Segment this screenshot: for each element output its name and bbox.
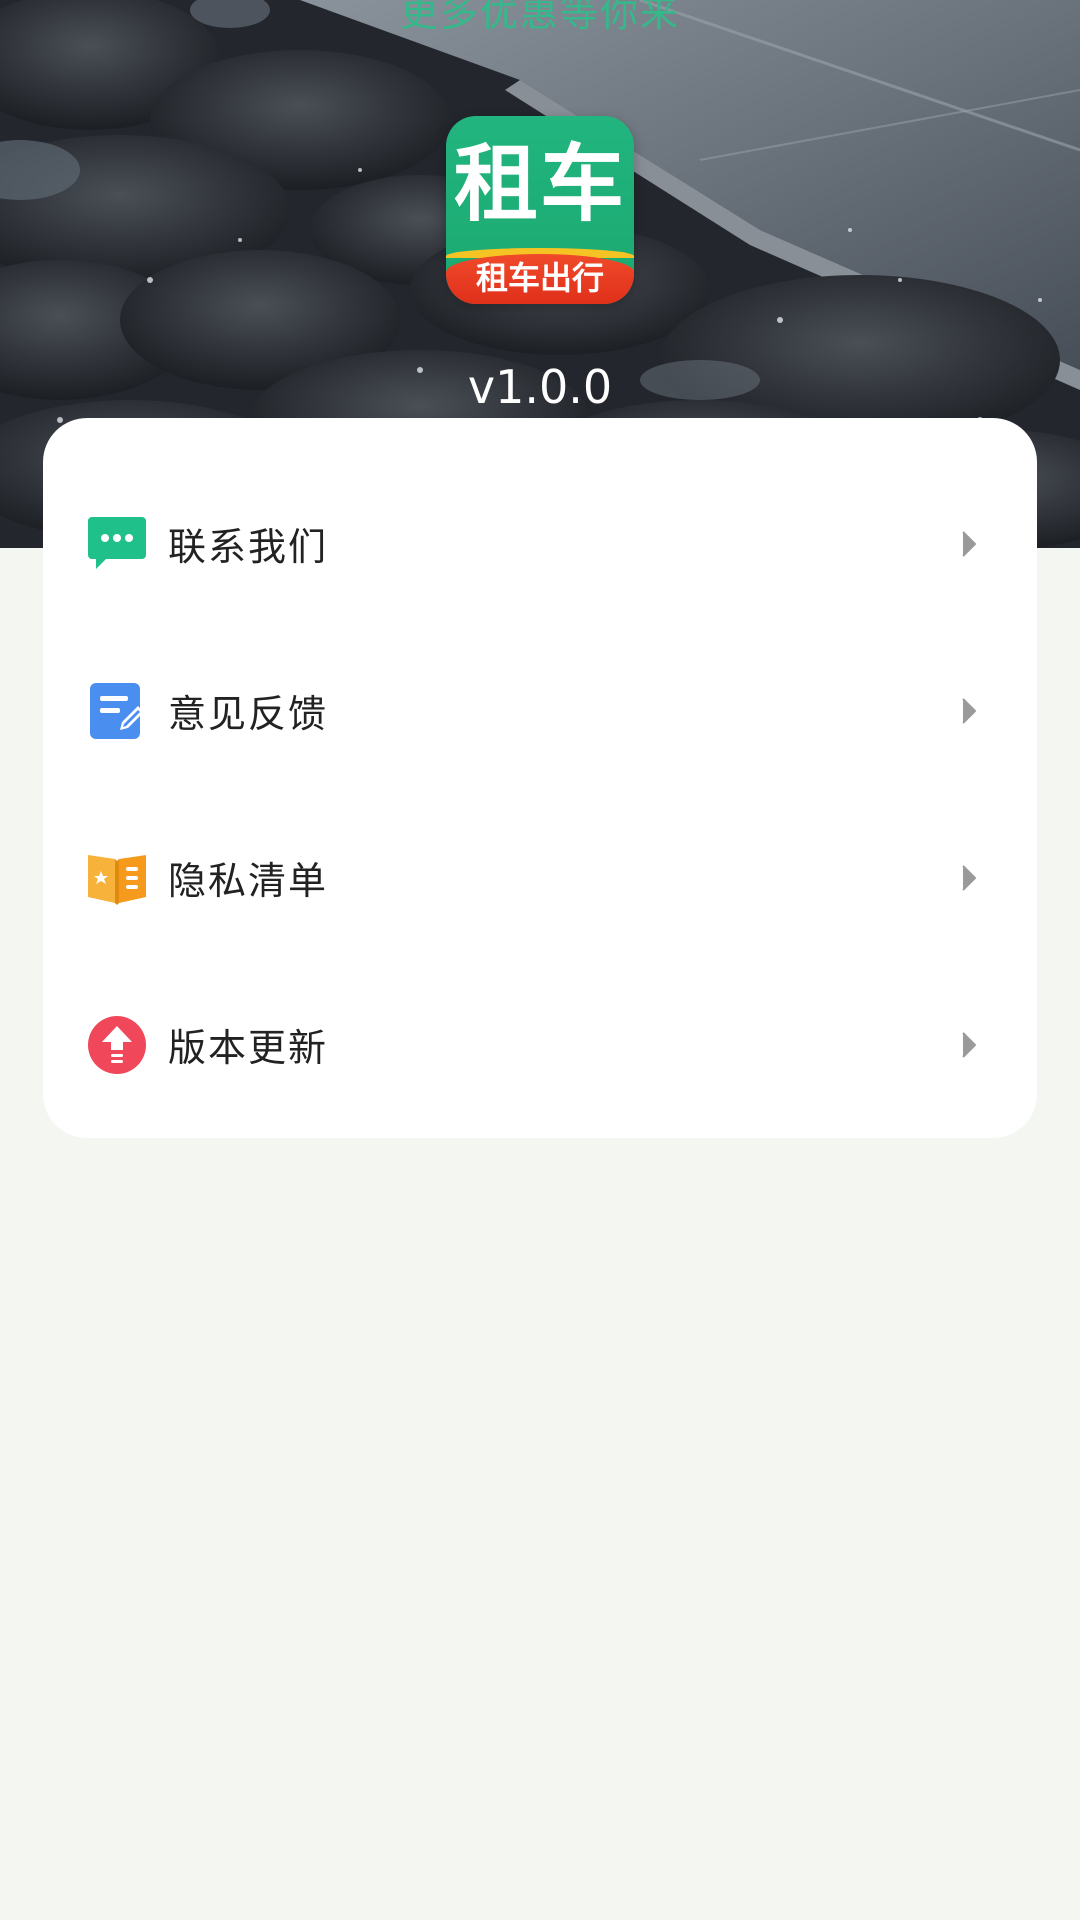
app-logo: 租车 租车出行 xyxy=(446,116,634,304)
menu-card: 联系我们 意见反馈 隐私清单 版本更新 xyxy=(43,418,1037,1138)
menu-label-contact-us: 联系我们 xyxy=(168,525,329,569)
app-version: v1.0.0 xyxy=(467,360,613,414)
logo-sub-text: 租车出行 xyxy=(475,259,604,297)
feedback-edit-icon xyxy=(90,682,144,739)
menu-item-privacy-list[interactable]: 隐私清单 xyxy=(43,794,1037,961)
chevron-right-icon xyxy=(962,530,976,557)
menu-item-version-update[interactable]: 版本更新 xyxy=(43,961,1037,1128)
chat-icon xyxy=(88,516,146,569)
chevron-right-icon xyxy=(962,864,976,891)
about-page: 更多优惠等你来 租车 租车出行 v1.0.0 联系我们 意见反馈 隐私清单 版本… xyxy=(0,0,1080,1920)
menu-label-feedback: 意见反馈 xyxy=(168,692,329,736)
privacy-list-icon xyxy=(88,854,146,905)
logo-main-text: 租车 xyxy=(453,135,626,233)
menu-label-version-update: 版本更新 xyxy=(168,1026,329,1070)
chevron-right-icon xyxy=(962,1031,976,1058)
promo-tagline: 更多优惠等你来 xyxy=(399,0,680,35)
chevron-right-icon xyxy=(962,697,976,724)
menu-label-privacy-list: 隐私清单 xyxy=(168,859,329,903)
upgrade-arrow-icon xyxy=(88,1015,146,1074)
menu-item-feedback[interactable]: 意见反馈 xyxy=(43,627,1037,794)
menu-item-contact-us[interactable]: 联系我们 xyxy=(43,460,1037,627)
